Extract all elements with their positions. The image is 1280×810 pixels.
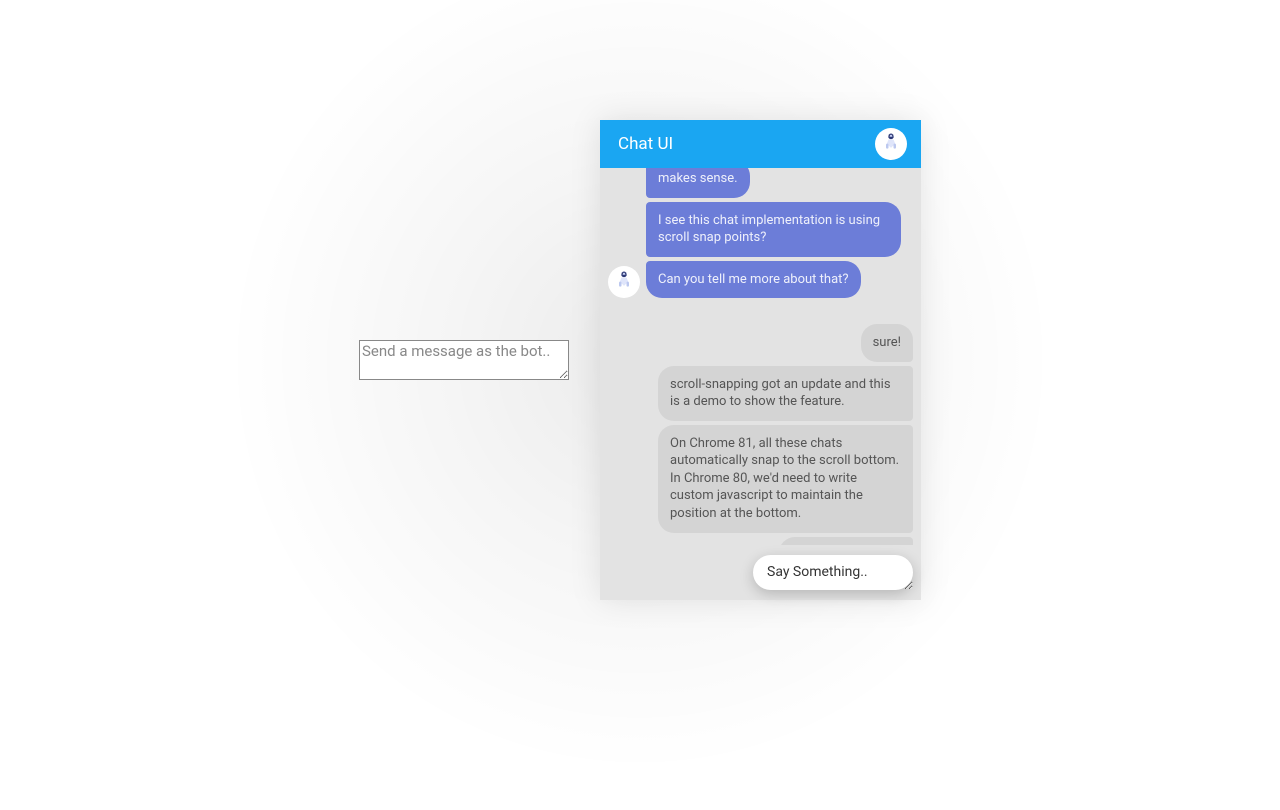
message-row: makes sense. xyxy=(608,168,913,198)
message-row: sure! xyxy=(608,324,913,362)
header-avatar xyxy=(875,128,907,160)
bot-bubble: I see this chat implementation is using … xyxy=(646,202,901,257)
user-message-group: sure! scroll-snapping got an update and … xyxy=(608,324,913,545)
chat-title: Chat UI xyxy=(618,134,673,154)
user-bubble: scroll-snapping got an update and this i… xyxy=(658,366,913,421)
bot-message-group: makes sense. I see this chat implementat… xyxy=(608,176,913,298)
chat-input-bar xyxy=(600,545,921,600)
chat-scroll-area[interactable]: makes sense. I see this chat implementat… xyxy=(600,168,921,545)
avatar-slot xyxy=(608,266,640,298)
robot-icon xyxy=(614,270,634,294)
message-row: scroll-snapping got an update and this i… xyxy=(608,366,913,421)
robot-icon xyxy=(881,132,901,157)
chat-window: Chat UI makes sense. xyxy=(600,120,921,600)
bot-bubble: makes sense. xyxy=(646,168,750,198)
bot-avatar xyxy=(608,266,640,298)
bot-message-input[interactable] xyxy=(359,340,569,380)
user-bubble: Now CSS can do it! xyxy=(779,537,913,545)
bot-bubble: Can you tell me more about that? xyxy=(646,261,861,299)
message-row: I see this chat implementation is using … xyxy=(608,202,913,257)
chat-header: Chat UI xyxy=(600,120,921,168)
user-bubble: On Chrome 81, all these chats automatica… xyxy=(658,425,913,533)
user-bubble: sure! xyxy=(861,324,913,362)
message-row: Can you tell me more about that? xyxy=(608,261,913,299)
message-row: Now CSS can do it! xyxy=(608,537,913,545)
chat-input[interactable] xyxy=(753,555,913,590)
message-row: On Chrome 81, all these chats automatica… xyxy=(608,425,913,533)
